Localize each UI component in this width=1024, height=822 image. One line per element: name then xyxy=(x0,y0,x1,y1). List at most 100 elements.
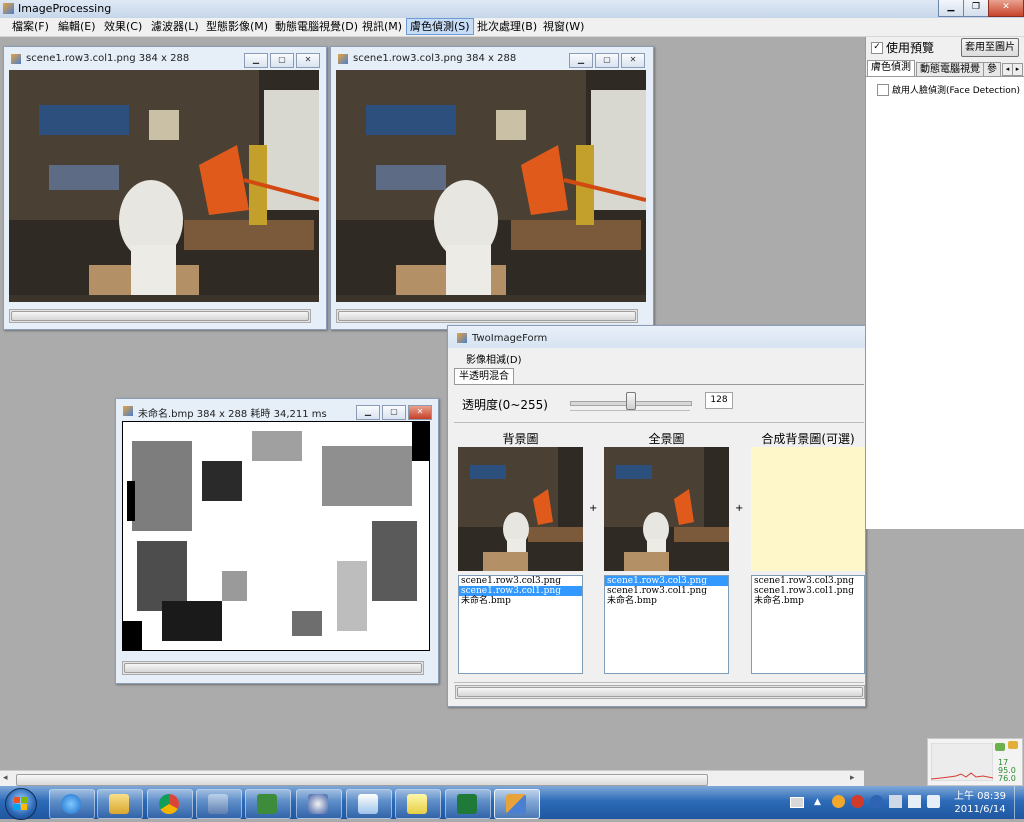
maximize-button[interactable]: ❐ xyxy=(963,0,989,17)
menu-batch[interactable]: 批次處理(B) xyxy=(474,19,540,34)
plus-sign-2: + xyxy=(735,503,744,514)
mdi-horizontal-scrollbar[interactable]: ◂ ▸ xyxy=(0,770,864,787)
menu-video[interactable]: 視訊(M) xyxy=(359,19,405,34)
transparency-value-input[interactable]: 128 xyxy=(705,392,733,409)
horizontal-scrollbar[interactable] xyxy=(455,685,865,699)
image-window-col3[interactable]: scene1.row3.col3.png 384 x 288 ▁ ▢ ✕ xyxy=(330,46,654,330)
two-image-form[interactable]: TwoImageForm 影像相減(D) 半透明混合 透明度(0~255) 12… xyxy=(447,325,866,707)
window-maximize-button[interactable]: ▢ xyxy=(595,53,619,68)
tab-scroll-right-icon[interactable]: ▸ xyxy=(1012,63,1023,76)
background-list[interactable]: scene1.row3.col3.png scene1.row3.col1.pn… xyxy=(458,575,583,674)
chrome-icon xyxy=(159,794,179,814)
excel-icon xyxy=(457,794,477,814)
result-image-window[interactable]: 未命名.bmp 384 x 288 耗時 34,211 ms ▁ ▢ ✕ xyxy=(115,398,439,684)
menu-file[interactable]: 檔案(F) xyxy=(9,19,52,34)
menu-morphology[interactable]: 型態影像(M) xyxy=(203,19,271,34)
window-close-button[interactable]: ✕ xyxy=(621,53,645,68)
list-item[interactable]: scene1.row3.col3.png xyxy=(605,576,728,586)
tray-app-icon[interactable] xyxy=(851,795,864,808)
window-title: 未命名.bmp 384 x 288 耗時 34,211 ms xyxy=(138,409,327,420)
app-title-bar: ImageProcessing ▁ ❐ ✕ xyxy=(0,0,1024,19)
tab-translucent-blend[interactable]: 半透明混合 xyxy=(454,368,514,384)
background-header: 背景圖 xyxy=(502,432,539,446)
list-item[interactable]: scene1.row3.col1.png xyxy=(752,586,864,596)
horizontal-scrollbar[interactable] xyxy=(9,309,311,323)
apply-to-image-button[interactable]: 套用至圖片 xyxy=(961,38,1019,57)
menu-effects[interactable]: 效果(C) xyxy=(101,19,145,34)
menu-image-subtract[interactable]: 影像相減(D) xyxy=(466,351,522,366)
folder-icon xyxy=(109,794,129,814)
scrollbar-thumb[interactable] xyxy=(16,774,708,786)
composite-list[interactable]: scene1.row3.col3.png scene1.row3.col1.pn… xyxy=(751,575,865,674)
window-maximize-button[interactable]: ▢ xyxy=(270,53,294,68)
media-icon xyxy=(308,794,328,814)
preview-label: 使用預覽 xyxy=(886,41,935,55)
list-item[interactable]: 未命名.bmp xyxy=(459,596,582,606)
taskbar-paint-button[interactable] xyxy=(346,789,392,819)
face-detection-checkbox[interactable] xyxy=(877,84,889,96)
status-icon xyxy=(1008,741,1018,749)
notes-icon xyxy=(407,794,427,814)
menu-motion-vision[interactable]: 動態電腦視覺(D) xyxy=(272,19,361,34)
taskbar-excel-button[interactable] xyxy=(445,789,491,819)
scroll-right-icon[interactable]: ▸ xyxy=(850,773,855,783)
window-minimize-button[interactable]: ▁ xyxy=(356,405,380,420)
taskbar-explorer-button[interactable] xyxy=(97,789,143,819)
clock[interactable]: 上午 08:39 2011/6/14 xyxy=(952,790,1008,816)
horizontal-scrollbar[interactable] xyxy=(122,661,424,675)
list-item[interactable]: scene1.row3.col3.png xyxy=(459,576,582,586)
start-button[interactable] xyxy=(5,788,37,820)
app-icon xyxy=(3,3,14,14)
list-item[interactable]: scene1.row3.col1.png xyxy=(459,586,582,596)
preview-checkbox[interactable]: ✓ xyxy=(871,42,883,54)
list-item[interactable]: 未命名.bmp xyxy=(752,596,864,606)
minimize-button[interactable]: ▁ xyxy=(938,0,964,17)
paint-icon xyxy=(358,794,378,814)
tray-app-icon[interactable] xyxy=(832,795,845,808)
menu-edit[interactable]: 編輯(E) xyxy=(55,19,99,34)
window-title: TwoImageForm xyxy=(472,333,548,344)
list-item[interactable]: 未命名.bmp xyxy=(605,596,728,606)
taskbar-notes-button[interactable] xyxy=(395,789,441,819)
tray-app-icon[interactable] xyxy=(889,795,902,808)
taskbar-virtualbox-button[interactable] xyxy=(196,789,242,819)
window-title: scene1.row3.col3.png 384 x 288 xyxy=(353,53,517,64)
show-desktop-button[interactable] xyxy=(1014,786,1024,819)
taskbar-chrome-button[interactable] xyxy=(147,789,193,819)
taskbar-media-button[interactable] xyxy=(296,789,342,819)
network-icon[interactable] xyxy=(908,795,921,808)
taskbar-ie-button[interactable] xyxy=(49,789,95,819)
window-close-button[interactable]: ✕ xyxy=(296,53,320,68)
scene-image xyxy=(9,70,319,302)
tab-motion-vision[interactable]: 動態電腦視覺 xyxy=(916,62,984,77)
volume-icon[interactable] xyxy=(927,795,940,808)
window-minimize-button[interactable]: ▁ xyxy=(569,53,593,68)
scroll-left-icon[interactable]: ◂ xyxy=(3,773,8,783)
tray-expand-icon[interactable]: ▲ xyxy=(814,797,821,807)
clock-time: 上午 08:39 xyxy=(954,791,1006,802)
tray-app-icon[interactable] xyxy=(870,795,883,808)
list-item[interactable]: scene1.row3.col3.png xyxy=(752,576,864,586)
foreground-thumbnail xyxy=(604,447,729,571)
window-maximize-button[interactable]: ▢ xyxy=(382,405,406,420)
window-icon xyxy=(123,406,133,416)
status-icon xyxy=(995,743,1005,751)
taskbar-imageprocessing-button[interactable] xyxy=(494,789,540,819)
window-close-button[interactable]: ✕ xyxy=(408,405,432,420)
window-minimize-button[interactable]: ▁ xyxy=(244,53,268,68)
close-button[interactable]: ✕ xyxy=(988,0,1024,17)
performance-widget: 17 95.0 76.0 xyxy=(927,738,1023,786)
taskbar-csharp-button[interactable] xyxy=(245,789,291,819)
transparency-label: 透明度(0~255) xyxy=(462,398,548,412)
horizontal-scrollbar[interactable] xyxy=(336,309,638,323)
menu-window[interactable]: 視窗(W) xyxy=(540,19,587,34)
list-item[interactable]: scene1.row3.col1.png xyxy=(605,586,728,596)
clock-date: 2011/6/14 xyxy=(954,804,1006,815)
menu-skin-detection[interactable]: 膚色偵測(S) xyxy=(406,18,474,35)
tab-params[interactable]: 參 xyxy=(983,62,1001,77)
foreground-list[interactable]: scene1.row3.col3.png scene1.row3.col1.pn… xyxy=(604,575,729,674)
transparency-slider-thumb[interactable] xyxy=(626,392,637,410)
menu-filters[interactable]: 濾波器(L) xyxy=(148,19,202,34)
keyboard-icon[interactable] xyxy=(790,797,804,808)
image-window-col1[interactable]: scene1.row3.col1.png 384 x 288 ▁ ▢ ✕ xyxy=(3,46,327,330)
